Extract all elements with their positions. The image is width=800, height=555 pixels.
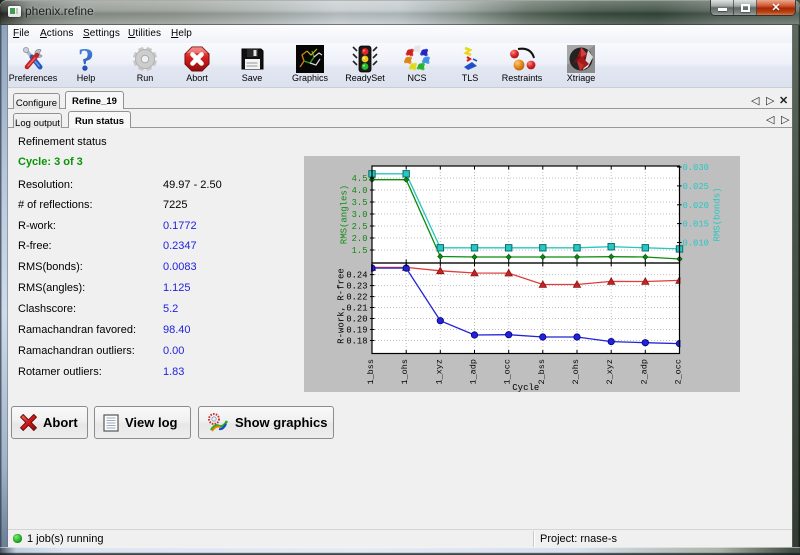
svg-text:0.025: 0.025 <box>683 182 709 192</box>
svg-text:RMS(bonds): RMS(bonds) <box>713 187 723 241</box>
svg-text:1.5: 1.5 <box>352 246 368 256</box>
svg-text:0.010: 0.010 <box>683 239 709 249</box>
svg-text:0.030: 0.030 <box>683 163 709 173</box>
svg-text:2_xyz: 2_xyz <box>605 359 615 385</box>
svg-text:2_ohs: 2_ohs <box>571 359 581 385</box>
svg-text:1_bss: 1_bss <box>366 359 376 385</box>
svg-text:1_occ: 1_occ <box>503 359 513 385</box>
svg-text:?: ? <box>78 45 95 73</box>
svg-text:4.0: 4.0 <box>352 186 368 196</box>
svg-text:0.20: 0.20 <box>346 315 367 325</box>
svg-text:0.19: 0.19 <box>346 326 367 336</box>
svg-text:0.020: 0.020 <box>683 201 709 211</box>
svg-text:2.5: 2.5 <box>352 222 368 232</box>
svg-text:2_occ: 2_occ <box>674 359 684 385</box>
svg-text:RMS(angles): RMS(angles) <box>340 185 350 244</box>
svg-text:2.0: 2.0 <box>352 234 368 244</box>
svg-text:2_adp: 2_adp <box>639 359 649 385</box>
svg-text:3.5: 3.5 <box>352 198 368 208</box>
svg-text:0.21: 0.21 <box>346 304 367 314</box>
svg-text:3.0: 3.0 <box>352 210 368 220</box>
svg-text:1_xyz: 1_xyz <box>434 359 444 385</box>
svg-text:0.18: 0.18 <box>346 337 367 347</box>
svg-text:R-work, R-free: R-work, R-free <box>337 268 347 344</box>
svg-text:2_bss: 2_bss <box>537 359 547 385</box>
svg-text:0.015: 0.015 <box>683 220 709 230</box>
svg-text:Cycle: Cycle <box>512 383 539 392</box>
svg-text:0.22: 0.22 <box>346 293 367 303</box>
svg-text:1_adp: 1_adp <box>469 359 479 385</box>
svg-text:1_ohs: 1_ohs <box>400 359 410 385</box>
svg-text:0.24: 0.24 <box>346 271 367 281</box>
svg-text:0.23: 0.23 <box>346 282 367 292</box>
svg-text:4.5: 4.5 <box>352 174 368 184</box>
